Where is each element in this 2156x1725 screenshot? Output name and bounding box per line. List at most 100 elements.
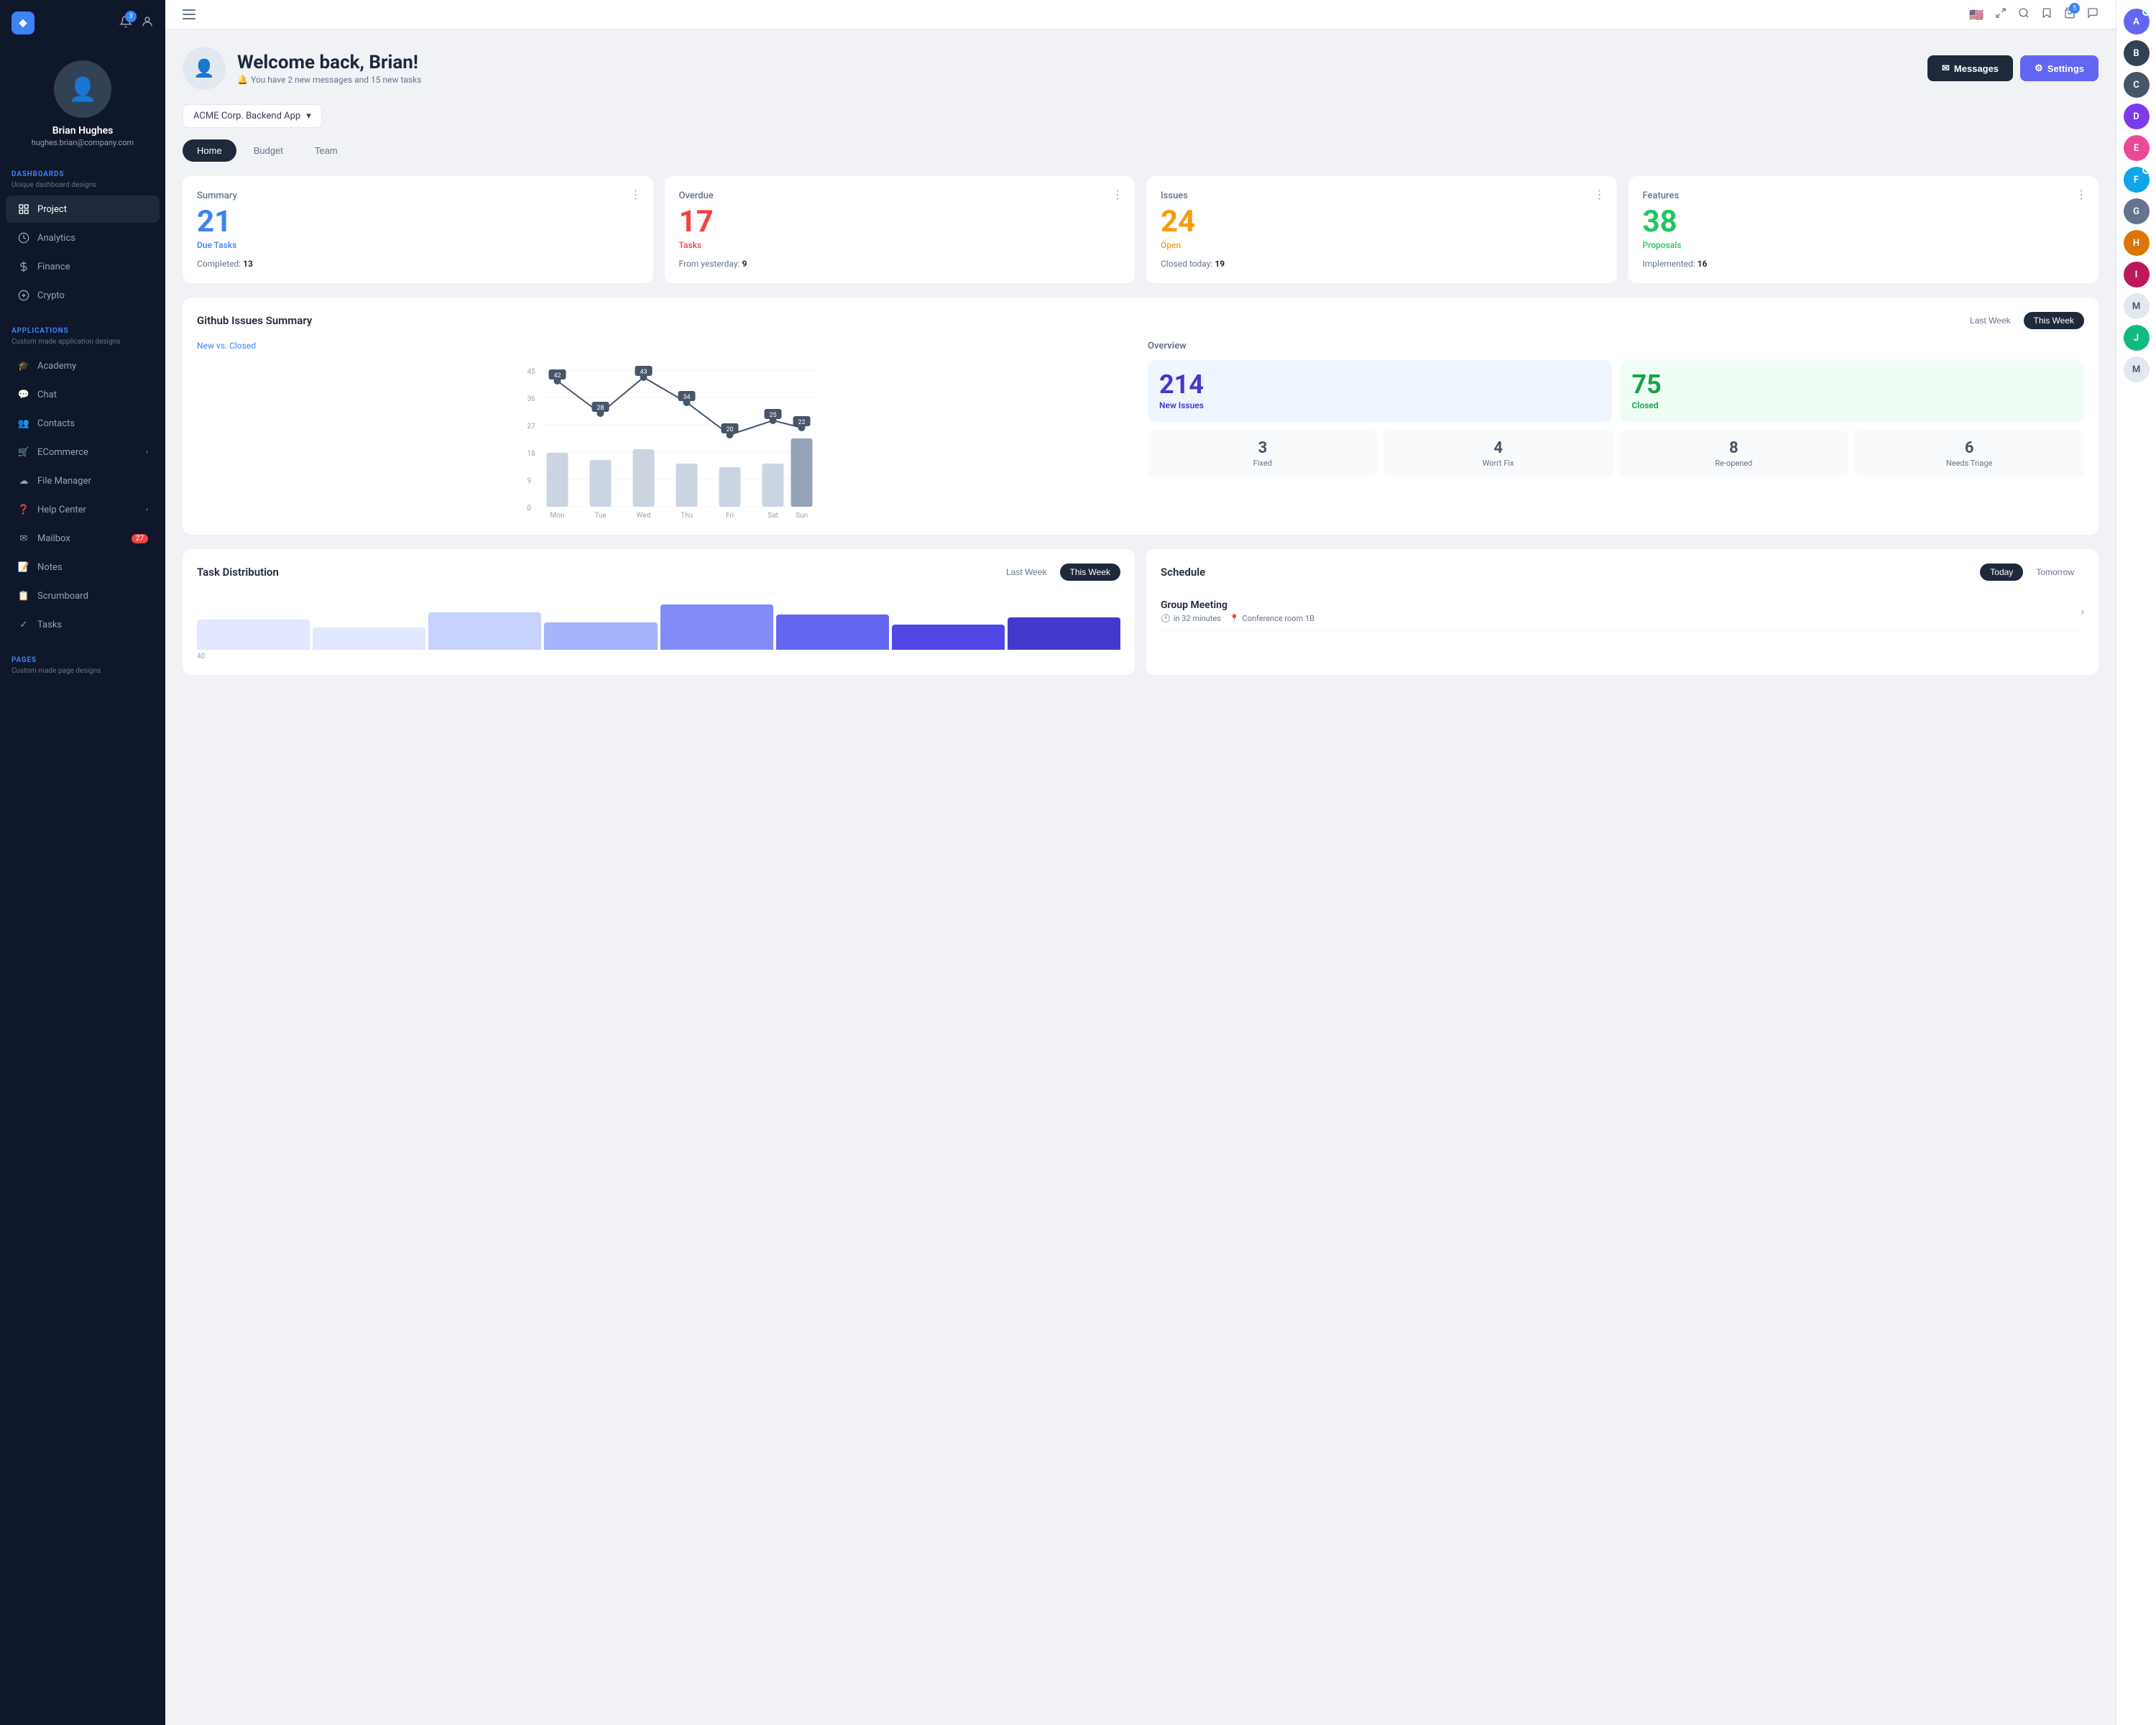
stat-triage: 6 Needs Triage — [1854, 431, 2084, 477]
right-avatar-1[interactable]: A — [2124, 9, 2150, 34]
notification-badge: 3 — [125, 11, 137, 22]
sidebar-top: ◆ 3 — [0, 0, 165, 46]
chevron-right-icon: › — [146, 506, 148, 514]
stat-reopened: 8 Re-opened — [1619, 431, 1849, 477]
welcome-left: 👤 Welcome back, Brian! 🔔 You have 2 new … — [183, 47, 421, 90]
more-options-icon[interactable]: ⋮ — [2076, 188, 2087, 201]
messages-button[interactable]: ✉ Messages — [1927, 55, 2013, 81]
today-button[interactable]: Today — [1980, 564, 2023, 581]
sidebar-item-notes[interactable]: 📝 Notes — [6, 553, 160, 581]
right-avatar-8[interactable]: H — [2124, 230, 2150, 256]
sidebar-item-scrumboard[interactable]: 📋 Scrumboard — [6, 582, 160, 610]
sidebar-item-chat[interactable]: 💬 Chat — [6, 381, 160, 408]
sidebar-item-label: Mailbox — [37, 533, 70, 544]
github-chart-area: New vs. Closed 45 36 27 18 9 0 — [197, 341, 1133, 520]
task-distribution-chart — [197, 592, 1120, 650]
github-chart: 45 36 27 18 9 0 — [197, 359, 1133, 518]
tab-budget[interactable]: Budget — [239, 139, 298, 162]
scrumboard-icon: 📋 — [17, 589, 30, 602]
this-week-button[interactable]: This Week — [2024, 312, 2084, 329]
sidebar-item-label: ECommerce — [37, 447, 88, 458]
more-options-icon[interactable]: ⋮ — [1112, 188, 1123, 201]
right-avatar-3[interactable]: C — [2124, 72, 2150, 98]
last-week-td-button[interactable]: Last Week — [996, 564, 1056, 581]
schedule-item: Group Meeting 🕐 in 32 minutes 📍 Conferen… — [1161, 592, 2084, 631]
expand-icon[interactable] — [1995, 7, 2007, 22]
flag-icon[interactable]: 🇺🇸 — [1969, 8, 1984, 22]
finance-icon — [17, 260, 30, 273]
stat-number: 17 — [679, 207, 1121, 237]
dashboards-section-sub: Unique dashboard designs — [0, 181, 165, 195]
svg-text:27: 27 — [528, 423, 536, 431]
tab-home[interactable]: Home — [183, 139, 236, 162]
cart-icon[interactable]: 5 — [2064, 7, 2076, 22]
right-avatar-4[interactable]: D — [2124, 104, 2150, 129]
stat-wontfix: 4 Won't Fix — [1383, 431, 1613, 477]
ecommerce-icon: 🛒 — [17, 446, 30, 459]
clock-icon: 🕐 — [1161, 614, 1171, 623]
right-avatar-6[interactable]: F — [2124, 167, 2150, 193]
sidebar-item-ecommerce[interactable]: 🛒 ECommerce › — [6, 438, 160, 466]
search-icon[interactable] — [2018, 7, 2030, 22]
right-avatar-7[interactable]: G — [2124, 198, 2150, 224]
right-avatar-12[interactable]: M — [2124, 356, 2150, 382]
right-avatar-5[interactable]: E — [2124, 135, 2150, 161]
right-avatar-11[interactable]: J — [2124, 325, 2150, 351]
project-selector[interactable]: ACME Corp. Backend App ▾ — [183, 104, 322, 128]
right-avatar-2[interactable]: B — [2124, 40, 2150, 66]
right-panel: A B C D E F G H I M J M — [2116, 0, 2156, 1725]
sidebar-item-label: Project — [37, 204, 67, 215]
sidebar-item-project[interactable]: Project — [6, 196, 160, 223]
sidebar-item-contacts[interactable]: 👥 Contacts — [6, 410, 160, 437]
welcome-header: 👤 Welcome back, Brian! 🔔 You have 2 new … — [183, 47, 2099, 90]
sidebar-item-academy[interactable]: 🎓 Academy — [6, 352, 160, 380]
svg-text:Tue: Tue — [594, 512, 606, 518]
logo-icon[interactable]: ◆ — [11, 12, 34, 34]
menu-toggle-button[interactable] — [183, 9, 195, 19]
github-panel: Github Issues Summary Last Week This Wee… — [183, 298, 2099, 535]
main-tabs: Home Budget Team — [183, 139, 2099, 162]
stat-card-features: Features ⋮ 38 Proposals Implemented: 16 — [1628, 176, 2099, 283]
last-week-button[interactable]: Last Week — [1960, 312, 2020, 329]
right-avatar-9[interactable]: I — [2124, 262, 2150, 288]
academy-icon: 🎓 — [17, 359, 30, 372]
sidebar-item-label: Scrumboard — [37, 591, 88, 602]
task-distribution-toggle: Last Week This Week — [996, 564, 1120, 581]
more-options-icon[interactable]: ⋮ — [1594, 188, 1606, 201]
this-week-td-button[interactable]: This Week — [1060, 564, 1120, 581]
user-circle-icon[interactable] — [141, 15, 154, 31]
schedule-arrow-icon[interactable]: › — [2081, 604, 2084, 618]
dashboards-section-label: DASHBOARDS — [0, 162, 165, 181]
tomorrow-button[interactable]: Tomorrow — [2026, 564, 2084, 581]
filemanager-icon: ☁ — [17, 474, 30, 487]
chat-top-icon[interactable] — [2087, 7, 2099, 22]
bookmark-icon[interactable] — [2041, 7, 2053, 22]
more-options-icon[interactable]: ⋮ — [630, 188, 642, 201]
sidebar-item-mailbox[interactable]: ✉ Mailbox 27 — [6, 525, 160, 552]
sidebar-item-label: Help Center — [37, 505, 86, 515]
project-icon — [17, 203, 30, 216]
sidebar-item-finance[interactable]: Finance — [6, 253, 160, 280]
right-avatar-10[interactable]: M — [2124, 293, 2150, 319]
svg-text:9: 9 — [528, 477, 532, 485]
online-badge — [2142, 9, 2150, 16]
sidebar-item-analytics[interactable]: Analytics — [6, 224, 160, 252]
svg-text:18: 18 — [528, 450, 536, 458]
tab-team[interactable]: Team — [300, 139, 352, 162]
svg-text:Wed: Wed — [637, 512, 651, 518]
stat-footer: Completed: 13 — [197, 259, 639, 269]
pages-section-sub: Custom made page designs — [0, 667, 165, 681]
sidebar-item-tasks[interactable]: ✓ Tasks — [6, 611, 160, 638]
sidebar-item-filemanager[interactable]: ☁ File Manager — [6, 467, 160, 494]
sidebar-item-helpcenter[interactable]: ❓ Help Center › — [6, 496, 160, 523]
notification-icon[interactable]: 3 — [119, 15, 132, 31]
github-toggle: Last Week This Week — [1960, 312, 2084, 329]
svg-text:43: 43 — [640, 369, 647, 376]
top-bar: 🇺🇸 5 — [165, 0, 2116, 29]
wontfix-number: 4 — [1392, 439, 1605, 457]
welcome-subtitle: 🔔 You have 2 new messages and 15 new tas… — [237, 75, 421, 85]
settings-button[interactable]: ⚙ Settings — [2020, 55, 2099, 81]
sidebar-item-crypto[interactable]: Crypto — [6, 282, 160, 309]
chevron-right-icon: › — [146, 448, 148, 456]
chart-subtitle: New vs. Closed — [197, 341, 1133, 351]
